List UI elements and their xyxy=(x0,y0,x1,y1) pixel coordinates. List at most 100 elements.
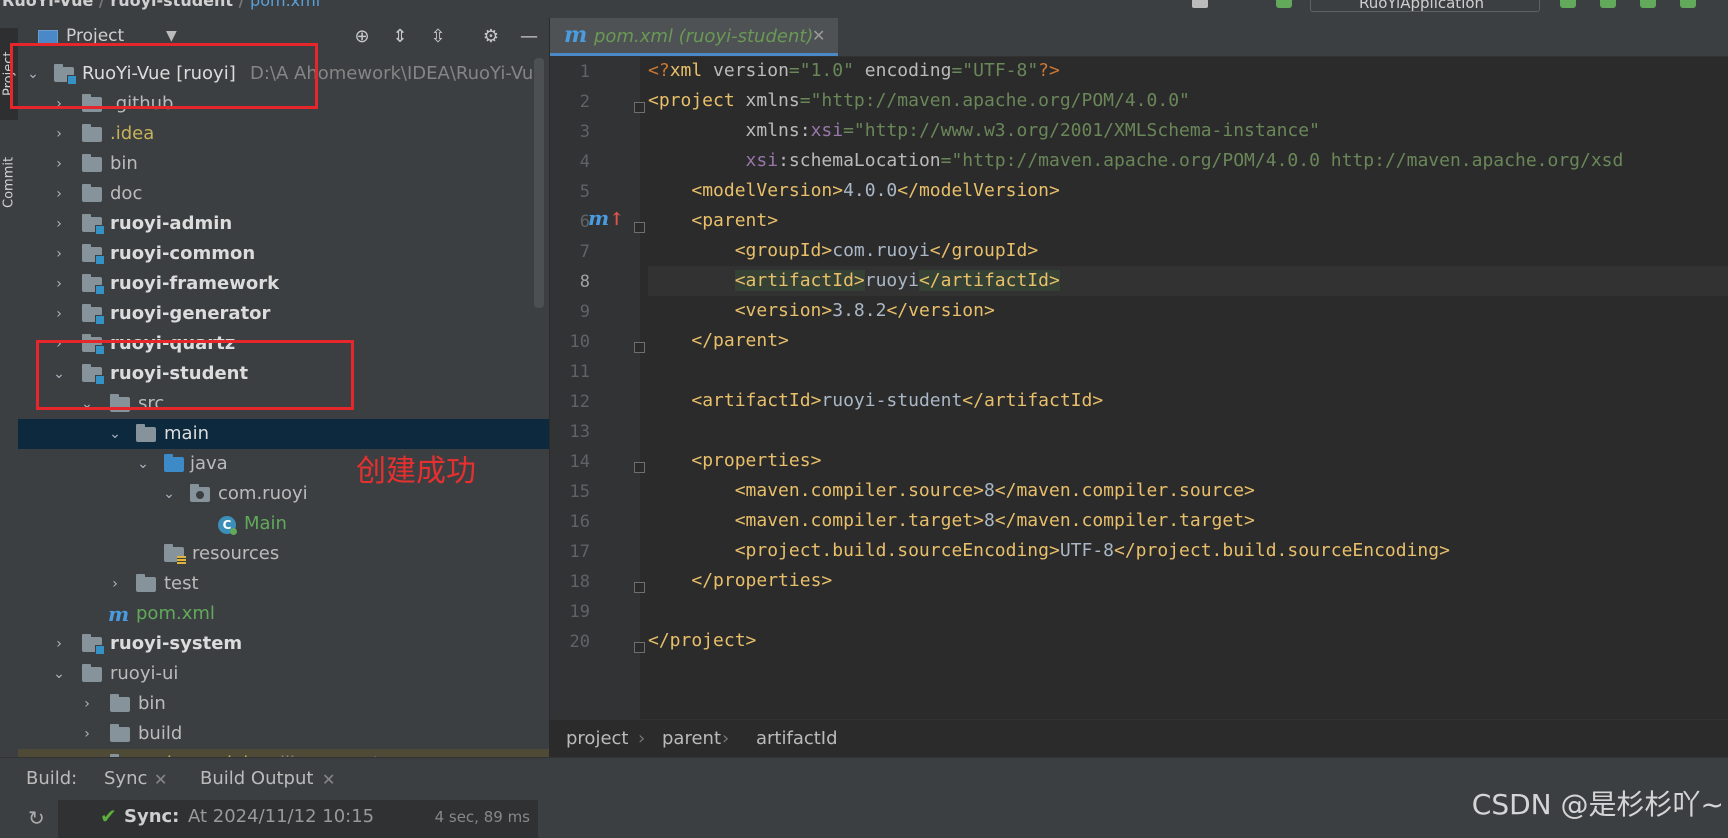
tree-item[interactable]: › ruoyi-admin xyxy=(18,209,549,239)
crumb-root[interactable]: RuoYi-Vue xyxy=(2,0,93,10)
tree-item[interactable]: C Main xyxy=(18,509,549,539)
folder-icon xyxy=(110,724,130,742)
fold-marker-icon[interactable] xyxy=(634,462,645,473)
editor-breadcrumb: project › parent › artifactId xyxy=(550,719,1728,758)
locate-icon[interactable]: ⊕ xyxy=(351,26,373,48)
debug-icon[interactable] xyxy=(1600,0,1616,8)
tree-item[interactable]: › ruoyi-framework xyxy=(18,269,549,299)
tree-label: ruoyi-ui xyxy=(110,663,179,684)
tree-scrollbar[interactable] xyxy=(534,58,544,308)
line-number: 6 xyxy=(579,212,590,232)
fold-marker-icon[interactable] xyxy=(634,222,645,233)
back-arrow-icon[interactable] xyxy=(1276,0,1292,8)
chevron-right-icon[interactable]: › xyxy=(52,149,66,179)
folder-icon xyxy=(82,154,102,172)
chevron-right-icon[interactable]: › xyxy=(80,719,94,749)
close-icon[interactable]: ✕ xyxy=(154,770,167,789)
chevron-down-icon[interactable]: ⌄ xyxy=(108,419,122,449)
tree-item[interactable]: › ruoyi-common xyxy=(18,239,549,269)
expand-all-icon[interactable]: ⇕ xyxy=(389,26,411,48)
tree-item[interactable]: resources xyxy=(18,539,549,569)
chevron-down-icon[interactable]: ⌄ xyxy=(136,449,150,479)
breadcrumb-separator-icon: › xyxy=(722,728,730,749)
folder-icon xyxy=(82,184,102,202)
fold-marker-icon[interactable] xyxy=(634,642,645,653)
commit-tool-tab[interactable]: Commit xyxy=(0,140,18,224)
close-icon[interactable]: ✕ xyxy=(812,26,825,45)
chevron-down-icon[interactable]: ⌄ xyxy=(52,659,66,689)
chevron-down-icon[interactable]: ▼ xyxy=(166,28,177,44)
close-icon[interactable]: ✕ xyxy=(322,770,335,789)
tree-label: bin xyxy=(138,693,166,714)
tree-item[interactable]: › bin xyxy=(18,149,549,179)
tree-item[interactable]: › ruoyi-system xyxy=(18,629,549,659)
tree-item[interactable]: › node_modules library root xyxy=(18,749,549,757)
code-area[interactable]: <?xml version="1.0" encoding="UTF-8"?> <… xyxy=(648,56,1728,719)
breadcrumb-separator-icon: › xyxy=(638,728,646,749)
chevron-right-icon[interactable]: › xyxy=(52,119,66,149)
code-line: <maven.compiler.target>8</maven.compiler… xyxy=(734,510,1255,531)
tab-pom-xml[interactable]: m pom.xml (ruoyi-student) ✕ xyxy=(550,18,838,56)
tree-item[interactable]: › bin xyxy=(18,689,549,719)
tab-sync[interactable]: Sync xyxy=(104,768,147,789)
run-config-select[interactable]: RuoYiApplication xyxy=(1310,0,1540,12)
line-number: 2 xyxy=(579,92,590,112)
chevron-right-icon[interactable]: › xyxy=(52,269,66,299)
tree-label: ruoyi-generator xyxy=(110,303,271,324)
breadcrumb-item[interactable]: project xyxy=(566,720,628,758)
profile-icon[interactable] xyxy=(1680,0,1696,8)
code-line: <groupId>com.ruoyi</groupId> xyxy=(734,240,1039,261)
coverage-icon[interactable] xyxy=(1640,0,1656,8)
tree-item[interactable]: › ruoyi-generator xyxy=(18,299,549,329)
line-number: 17 xyxy=(569,542,590,562)
left-tool-strip: Project Commit xyxy=(0,18,19,775)
code-line: <properties> xyxy=(691,450,822,471)
crumb-module[interactable]: ruoyi-student xyxy=(110,0,233,10)
code-line: <project.build.sourceEncoding>UTF-8</pro… xyxy=(734,540,1450,561)
tree-label: test xyxy=(164,573,199,594)
tab-build-output[interactable]: Build Output xyxy=(200,768,313,789)
tree-label: Main xyxy=(244,513,287,534)
tree-item[interactable]: › doc xyxy=(18,179,549,209)
gear-icon[interactable]: ⚙ xyxy=(480,26,502,48)
tree-label: build xyxy=(138,723,183,744)
folder-icon xyxy=(82,664,102,682)
sync-status-row[interactable]: ✔ Sync: At 2024/11/12 10:15 4 sec, 89 ms xyxy=(58,800,538,838)
maven-parent-gutter-icon[interactable]: m↑ xyxy=(588,206,624,230)
chevron-right-icon[interactable]: › xyxy=(52,299,66,329)
tree-item[interactable]: ⌄ ruoyi-ui xyxy=(18,659,549,689)
tree-item[interactable]: › test xyxy=(18,569,549,599)
refresh-icon[interactable]: ↻ xyxy=(28,806,45,830)
chevron-right-icon[interactable]: › xyxy=(108,569,122,599)
tree-item[interactable]: › .idea xyxy=(18,119,549,149)
tree-item-main[interactable]: ⌄ main xyxy=(18,419,549,449)
chevron-right-icon[interactable]: › xyxy=(52,209,66,239)
fold-marker-icon[interactable] xyxy=(634,582,645,593)
line-number: 4 xyxy=(579,152,590,172)
user-icon[interactable] xyxy=(1192,0,1208,8)
module-folder-icon xyxy=(82,274,105,295)
chevron-right-icon[interactable]: › xyxy=(52,239,66,269)
code-line: </parent> xyxy=(691,330,789,351)
chevron-right-icon[interactable]: › xyxy=(52,179,66,209)
crumb-file[interactable]: pom.xml xyxy=(250,0,320,10)
java-class-icon: C xyxy=(218,516,237,535)
collapse-all-icon[interactable]: ⇳ xyxy=(427,26,449,48)
chevron-right-icon[interactable]: › xyxy=(80,689,94,719)
sync-label: Sync: xyxy=(124,806,180,827)
annotation-success: 创建成功 xyxy=(356,454,476,489)
chevron-right-icon[interactable]: › xyxy=(52,629,66,659)
breadcrumb-item[interactable]: artifactId xyxy=(756,720,838,758)
line-number: 7 xyxy=(579,242,590,262)
breadcrumb-item[interactable]: parent xyxy=(662,720,721,758)
chevron-right-icon[interactable]: › xyxy=(80,749,94,757)
chevron-down-icon[interactable]: ⌄ xyxy=(162,479,176,509)
tree-item[interactable]: m pom.xml xyxy=(18,599,549,629)
tree-item[interactable]: › build xyxy=(18,719,549,749)
resources-folder-icon xyxy=(164,544,186,565)
fold-marker-icon[interactable] xyxy=(634,102,645,113)
run-icon[interactable] xyxy=(1560,0,1576,8)
hide-icon[interactable]: — xyxy=(518,26,540,48)
fold-marker-icon[interactable] xyxy=(634,342,645,353)
nav-breadcrumb: RuoYi-Vue / ruoyi-student / pom.xml xyxy=(2,0,320,10)
